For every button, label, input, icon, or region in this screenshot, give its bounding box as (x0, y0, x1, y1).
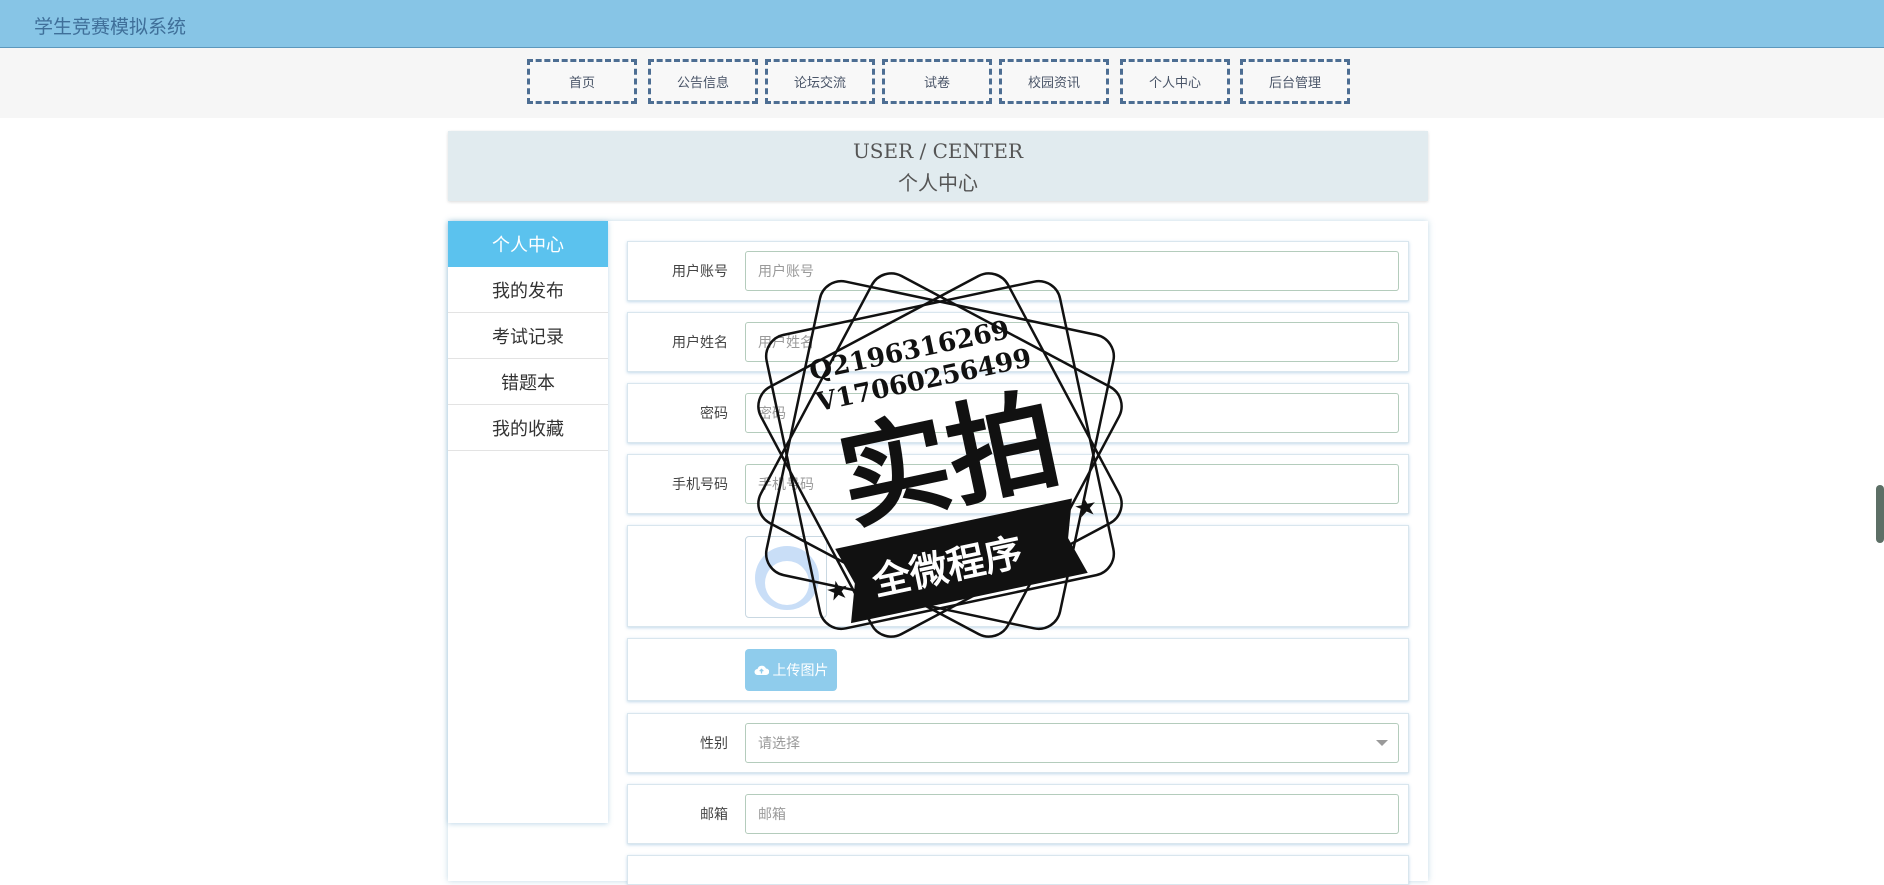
main-nav: 首页 公告信息 论坛交流 试卷 校园资讯 个人中心 后台管理 (0, 59, 1884, 107)
form-row-next (627, 855, 1409, 885)
nav-band: 首页 公告信息 论坛交流 试卷 校园资讯 个人中心 后台管理 (0, 48, 1884, 118)
nav-item-campus-news[interactable]: 校园资讯 (999, 59, 1109, 104)
username-label: 用户账号 (672, 264, 728, 280)
nav-item-admin[interactable]: 后台管理 (1240, 59, 1350, 104)
gender-label: 性别 (700, 736, 728, 752)
nav-item-user-center[interactable]: 个人中心 (1120, 59, 1230, 104)
phone-input[interactable]: 手机号码 (745, 464, 1399, 504)
name-input[interactable]: 用户姓名 (745, 322, 1399, 362)
nav-item-home[interactable]: 首页 (527, 59, 637, 104)
gender-select[interactable]: 请选择 (745, 723, 1399, 763)
phone-label: 手机号码 (672, 477, 728, 493)
sidebar-item-my-posts[interactable]: 我的发布 (448, 267, 608, 313)
upload-image-button[interactable]: 上传图片 (745, 649, 837, 691)
form-row-email: 邮箱 邮箱 (627, 784, 1409, 844)
page-header: USER / CENTER 个人中心 (448, 131, 1428, 201)
gender-select-value: 请选择 (758, 736, 800, 752)
nav-item-announcements[interactable]: 公告信息 (648, 59, 758, 104)
avatar-preview[interactable] (745, 536, 827, 618)
form-row-gender: 性别 请选择 (627, 713, 1409, 773)
form-row-password: 密码 密码 (627, 383, 1409, 443)
sidebar-item-user-center[interactable]: 个人中心 (448, 221, 608, 267)
app-title: 学生竞赛模拟系统 (34, 16, 187, 38)
page-title-en: USER / CENTER (852, 139, 1024, 163)
nav-item-exam-papers[interactable]: 试卷 (882, 59, 992, 104)
name-label: 用户姓名 (672, 335, 728, 351)
form-row-name: 用户姓名 用户姓名 (627, 312, 1409, 372)
cloud-upload-icon (754, 665, 769, 675)
form-row-phone: 手机号码 手机号码 (627, 454, 1409, 514)
chevron-down-icon (1376, 740, 1388, 746)
nav-item-forum[interactable]: 论坛交流 (765, 59, 875, 104)
email-input[interactable]: 邮箱 (745, 794, 1399, 834)
page-title-zh: 个人中心 (898, 171, 978, 195)
form-row-username: 用户账号 用户账号 (627, 241, 1409, 301)
password-input[interactable]: 密码 (745, 393, 1399, 433)
sidebar-item-exam-records[interactable]: 考试记录 (448, 313, 608, 359)
avatar-placeholder-icon (755, 546, 819, 610)
email-label: 邮箱 (700, 807, 728, 823)
top-bar: 学生竞赛模拟系统 (0, 0, 1884, 48)
username-input[interactable]: 用户账号 (745, 251, 1399, 291)
form-row-upload: 上传图片 (627, 638, 1409, 701)
form-row-avatar (627, 525, 1409, 627)
scrollbar-thumb[interactable] (1876, 485, 1884, 543)
upload-button-label: 上传图片 (772, 663, 829, 679)
password-label: 密码 (700, 406, 728, 422)
sidebar: 个人中心 我的发布 考试记录 错题本 我的收藏 (448, 221, 608, 823)
sidebar-item-wrong-questions[interactable]: 错题本 (448, 359, 608, 405)
sidebar-item-favorites[interactable]: 我的收藏 (448, 405, 608, 451)
